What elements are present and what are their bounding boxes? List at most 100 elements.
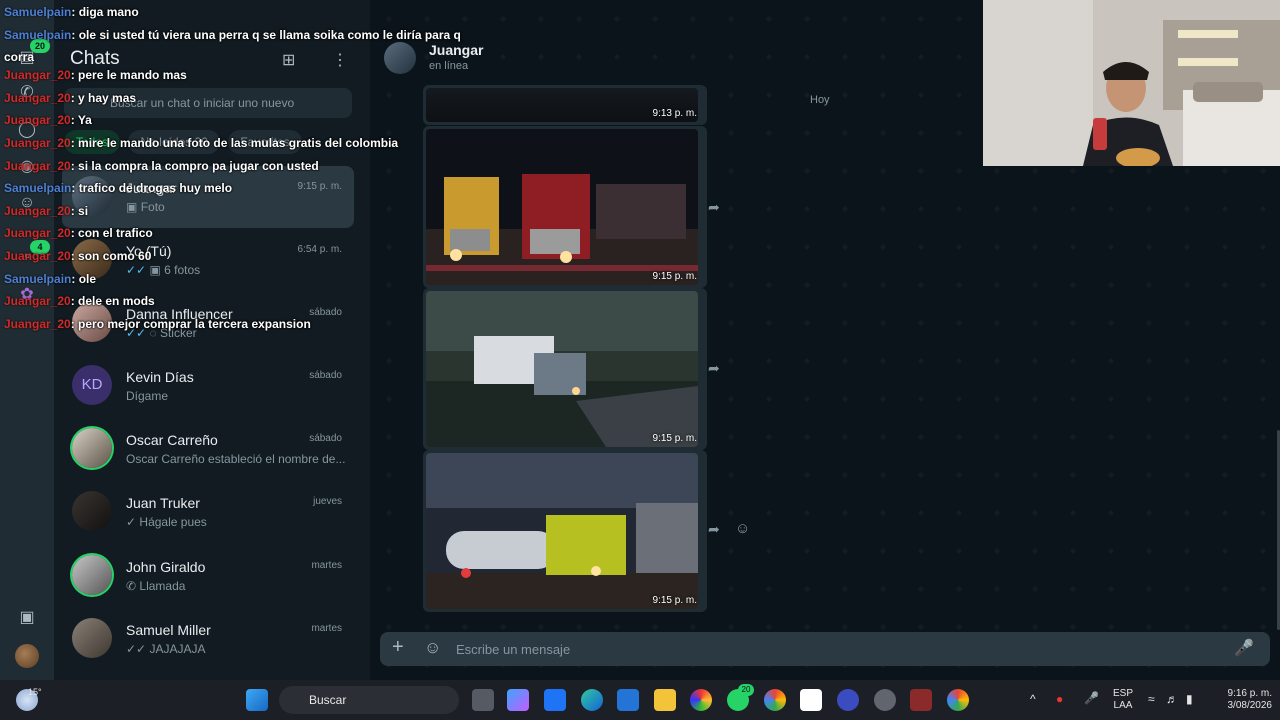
tray-app-icon[interactable]: ●: [1056, 693, 1063, 705]
media-icon[interactable]: ▣: [16, 607, 38, 629]
chat-user: Samuelpain: [4, 181, 72, 196]
chat-text: : pero mejor comprar la tercera expansio…: [70, 316, 311, 331]
clock-date: 3/08/2026: [1227, 700, 1273, 711]
chat-time: sábado: [309, 433, 342, 444]
chat-name: Kevin Días: [126, 369, 194, 385]
chat-time: martes: [311, 623, 342, 634]
chat-name: Samuel Miller: [126, 622, 211, 638]
message-photo[interactable]: [426, 129, 698, 285]
chat-user: Juangar_20: [4, 226, 71, 241]
chat-preview-text: Llamada: [139, 579, 186, 593]
chat-user: Juangar_20: [4, 113, 71, 128]
stream-chat-line: Samuelpain: trafico de drogas huy melo: [4, 180, 464, 203]
stream-chat-line: Samuelpain: diga mano: [4, 4, 464, 27]
message-composer[interactable]: + ☺ Escribe un mensaje 🎤: [380, 632, 1270, 666]
avatar: [72, 491, 112, 531]
weather-temp: 15°: [28, 687, 42, 697]
avatar: [72, 428, 112, 468]
chat-user: Juangar_20: [4, 90, 71, 105]
chat-row-juan-truker[interactable]: Juan Truker jueves ✓ Hágale pues: [62, 481, 354, 543]
battery-icon[interactable]: ▮: [1186, 693, 1193, 705]
call-icon: ✆: [126, 579, 137, 593]
edge-icon[interactable]: [581, 689, 603, 711]
stream-chat-line: Juangar_20: si la compra la compro pa ju…: [4, 158, 464, 181]
double-check-icon: ✓✓: [126, 642, 147, 656]
obs-icon[interactable]: [837, 689, 859, 711]
chat-time: sábado: [309, 370, 342, 381]
start-icon[interactable]: [246, 689, 268, 711]
dropbox-icon[interactable]: [544, 689, 566, 711]
store-icon[interactable]: [617, 689, 639, 711]
chat-user: Juangar_20: [4, 158, 71, 173]
stream-chat-line: Juangar_20: y hay mas: [4, 90, 464, 113]
truck-game-icon[interactable]: [910, 689, 932, 711]
chrome-icon[interactable]: [764, 689, 786, 711]
forward-icon[interactable]: ➦: [708, 521, 720, 538]
chat-preview: Dígame: [126, 389, 169, 403]
chat-row-kevin[interactable]: KD Kevin Días sábado Dígame: [62, 355, 354, 417]
chat-user: Juangar_20: [4, 316, 71, 331]
chat-text: : con el trafico: [70, 226, 153, 241]
photo-message[interactable]: 9:15 p. m.: [423, 288, 707, 450]
message-input[interactable]: Escribe un mensaje: [456, 642, 570, 657]
photo-message[interactable]: 9:15 p. m.: [423, 450, 707, 612]
chat-text: : si la compra la compro pa jugar con us…: [70, 158, 319, 173]
chat-time: jueves: [313, 496, 342, 507]
emoji-icon[interactable]: ☺: [424, 638, 441, 658]
chat-row-john[interactable]: John Giraldo martes ✆ Llamada: [62, 545, 354, 607]
chat-user: Samuelpain: [4, 5, 72, 19]
message-time: 9:13 p. m.: [652, 108, 697, 119]
chat-text: : y hay mas: [70, 90, 137, 105]
forward-icon[interactable]: ➦: [708, 199, 720, 216]
attach-icon[interactable]: +: [392, 636, 404, 659]
profile-avatar[interactable]: [15, 644, 39, 668]
forward-icon[interactable]: ➦: [708, 360, 720, 377]
chat-text: : ole: [71, 271, 97, 286]
file-explorer-icon[interactable]: [654, 689, 676, 711]
stream-chat-line: Juangar_20: si: [4, 203, 464, 226]
react-emoji-icon[interactable]: ☺: [735, 520, 750, 537]
message-photo[interactable]: [426, 291, 698, 447]
day-separator: Hoy: [810, 94, 830, 106]
chat-user: Samuelpain: [4, 27, 72, 42]
chat-user: Juangar_20: [4, 294, 71, 309]
taskbar-search[interactable]: Buscar: [279, 686, 459, 714]
tray-mic-icon[interactable]: 🎤: [1084, 692, 1099, 704]
photos-icon[interactable]: [690, 689, 712, 711]
task-view-icon[interactable]: [472, 689, 494, 711]
steam-icon[interactable]: [874, 689, 896, 711]
avatar: [72, 618, 112, 658]
chat-row-samuel[interactable]: Samuel Miller martes ✓✓ JAJAJAJA: [62, 608, 354, 670]
avatar: [72, 555, 112, 595]
stream-chat-line: Juangar_20: dele en mods: [4, 293, 464, 316]
stream-chat-line: corra: [4, 49, 464, 67]
chat-text: : trafico de drogas huy melo: [71, 181, 233, 196]
chat-name: Oscar Carreño: [126, 432, 218, 448]
chat-preview-text: JAJAJAJA: [149, 642, 206, 656]
clock[interactable]: 9:16 p. m. 3/08/2026: [1212, 688, 1273, 712]
photo-message[interactable]: 9:13 p. m.: [423, 85, 707, 125]
chat-preview-text: Hágale pues: [139, 515, 207, 529]
message-time: 9:15 p. m.: [652, 433, 697, 444]
microphone-icon[interactable]: 🎤: [1234, 638, 1254, 658]
taskbar-search-label: Buscar: [309, 693, 347, 707]
message-photo[interactable]: [426, 453, 698, 609]
chat-text: : diga mano: [71, 5, 139, 19]
volume-icon[interactable]: ♬: [1166, 693, 1178, 705]
chevron-up-icon[interactable]: ^: [1030, 693, 1036, 705]
stream-chat-line: Juangar_20: pero mejor comprar la tercer…: [4, 316, 464, 339]
chat-text: : Ya: [70, 113, 92, 128]
wifi-icon[interactable]: ≈: [1148, 693, 1155, 705]
check-icon: ✓: [126, 515, 137, 529]
capcut-icon[interactable]: [800, 689, 822, 711]
stream-chat-line: Samuelpain: ole si usted tú viera una pe…: [4, 27, 464, 50]
chat-preview: ✓ Hágale pues: [126, 515, 207, 529]
chat-user: Samuelpain: [4, 271, 72, 286]
chrome-profile-icon[interactable]: [947, 689, 969, 711]
photo-message[interactable]: 9:15 p. m.: [423, 126, 707, 288]
copilot-icon[interactable]: [507, 689, 529, 711]
language-indicator[interactable]: ESP LAA: [1112, 688, 1134, 712]
chat-preview: ✆ Llamada: [126, 579, 185, 593]
taskbar: 15° Buscar 20 ^ ● 🎤 ESP LAA ≈ ♬ ▮ 9:16 p…: [0, 680, 1280, 720]
chat-row-oscar[interactable]: Oscar Carreño sábado Oscar Carreño estab…: [62, 418, 354, 480]
